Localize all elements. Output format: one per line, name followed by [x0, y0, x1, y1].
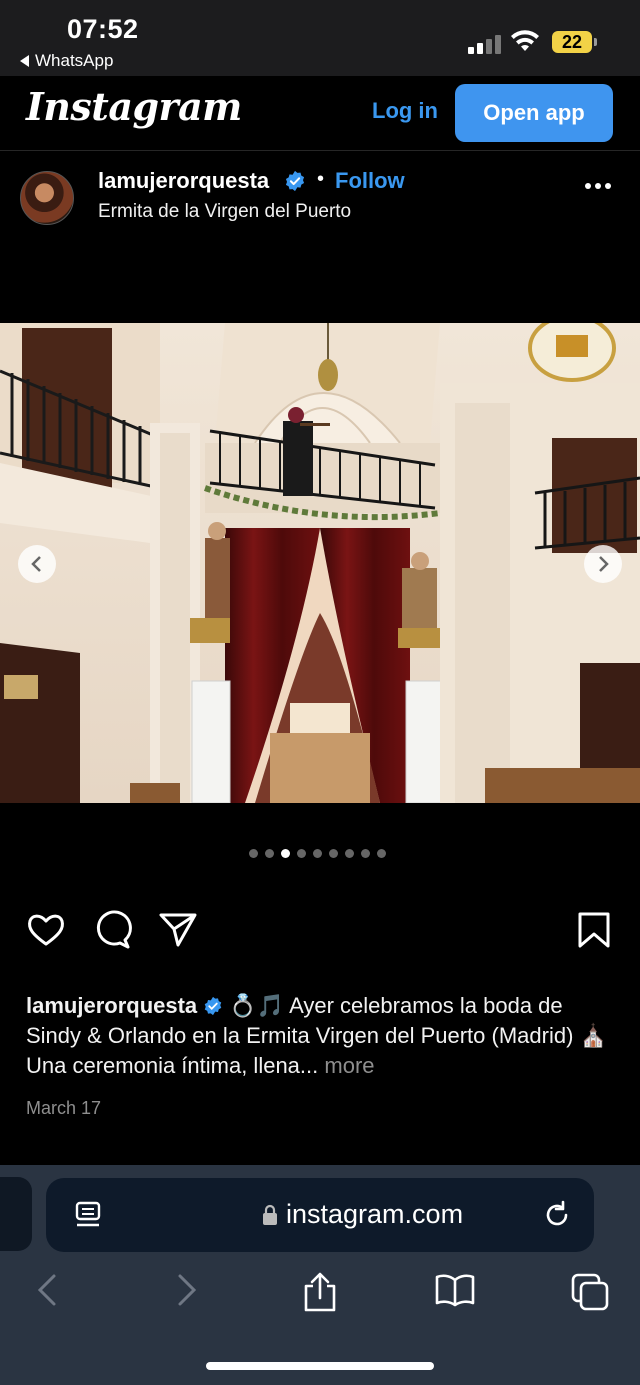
- lock-icon: [263, 1204, 277, 1225]
- back-triangle-icon: [20, 55, 29, 67]
- carousel-dot: [361, 849, 370, 858]
- url-text[interactable]: instagram.com: [286, 1199, 463, 1230]
- like-heart-icon[interactable]: [26, 910, 66, 950]
- tabs-icon[interactable]: [570, 1272, 610, 1312]
- carousel-dot: [345, 849, 354, 858]
- post-date: March 17: [26, 1098, 102, 1118]
- log-in-button[interactable]: Log in: [372, 98, 438, 124]
- cellular-signal-icon: [468, 32, 502, 54]
- browser-toolbar: instagram.com: [0, 1165, 640, 1385]
- status-time: 07:52: [67, 14, 139, 44]
- carousel-dot: [249, 849, 258, 858]
- caption-more-link[interactable]: more: [324, 1053, 374, 1078]
- instagram-header: Instagram Log in Open app: [0, 76, 640, 151]
- more-options-icon[interactable]: [585, 183, 611, 189]
- caption-username[interactable]: lamujerorquesta: [26, 993, 197, 1018]
- chevron-left-icon: [31, 556, 41, 572]
- carousel-dot: [265, 849, 274, 858]
- follow-button[interactable]: Follow: [335, 168, 405, 194]
- page-menu-icon[interactable]: [74, 1200, 102, 1232]
- verified-badge-icon: [285, 170, 305, 192]
- address-bar[interactable]: instagram.com: [46, 1178, 594, 1252]
- previous-tab-preview[interactable]: [0, 1177, 32, 1251]
- back-to-app-link[interactable]: WhatsApp: [20, 51, 113, 71]
- save-bookmark-icon[interactable]: [576, 910, 612, 950]
- avatar[interactable]: [20, 171, 74, 225]
- bookmarks-book-icon[interactable]: [434, 1272, 476, 1308]
- comment-bubble-icon[interactable]: [92, 910, 132, 950]
- post-photo[interactable]: [0, 323, 640, 803]
- reload-icon[interactable]: [542, 1200, 572, 1230]
- separator-dot: •: [317, 168, 325, 190]
- carousel-dot-active: [281, 849, 290, 858]
- share-paper-plane-icon[interactable]: [158, 910, 198, 950]
- wifi-icon: [511, 30, 539, 51]
- status-bar: 07:52 WhatsApp 22: [0, 0, 640, 76]
- battery-indicator: 22: [552, 31, 597, 53]
- verified-badge-icon: [205, 996, 222, 1016]
- back-arrow-icon[interactable]: [34, 1272, 62, 1308]
- post-username[interactable]: lamujerorquesta: [98, 168, 269, 194]
- church-interior-image: [0, 323, 640, 803]
- home-indicator[interactable]: [206, 1362, 434, 1370]
- post-actions: [0, 910, 640, 958]
- share-icon[interactable]: [302, 1272, 338, 1314]
- post-header: lamujerorquesta • Follow Ermita de la Vi…: [0, 151, 640, 323]
- carousel-dot: [377, 849, 386, 858]
- carousel-dot: [329, 849, 338, 858]
- back-app-label: WhatsApp: [35, 51, 114, 70]
- chevron-right-icon: [599, 556, 609, 572]
- post-location[interactable]: Ermita de la Virgen del Puerto: [98, 201, 351, 223]
- post-caption: lamujerorquesta 💍🎵 Ayer celebramos la bo…: [26, 991, 616, 1081]
- instagram-logo[interactable]: Instagram: [26, 84, 242, 129]
- carousel-dot: [313, 849, 322, 858]
- open-app-button[interactable]: Open app: [455, 84, 613, 142]
- forward-arrow-icon[interactable]: [172, 1272, 200, 1308]
- carousel-dot: [297, 849, 306, 858]
- carousel-next-button[interactable]: [584, 545, 622, 583]
- carousel-indicator: [249, 849, 386, 858]
- carousel-prev-button[interactable]: [18, 545, 56, 583]
